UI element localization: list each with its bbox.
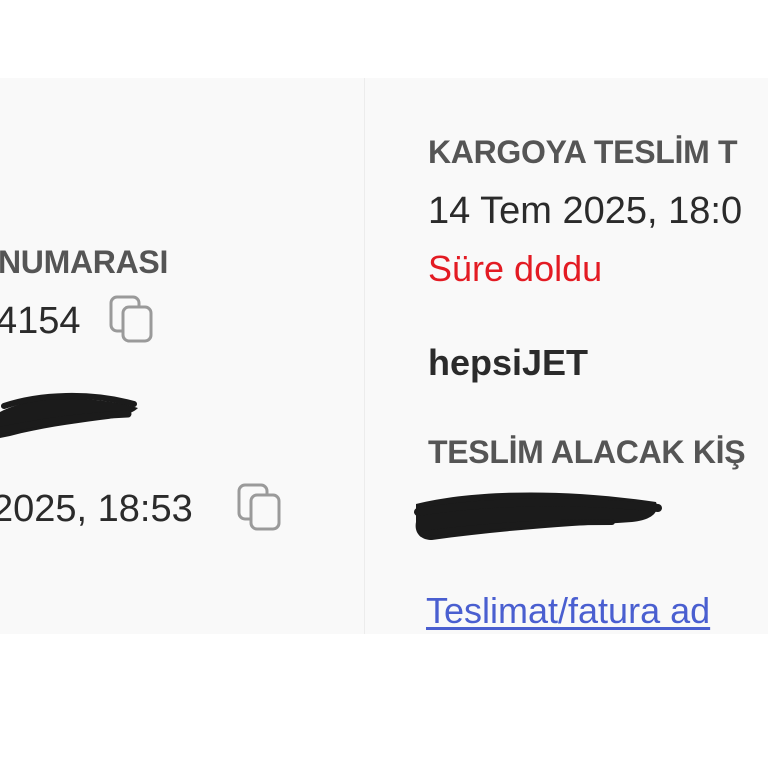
- redacted-recipient-name: [414, 492, 662, 540]
- copy-icon: [109, 295, 153, 343]
- order-details-card: NUMARASI 4154 2025, 18:53 KARGOYA TESLİM…: [0, 78, 768, 634]
- copy-order-number-button[interactable]: [108, 294, 156, 346]
- cargo-delivery-date: 14 Tem 2025, 18:0: [428, 190, 743, 232]
- column-divider: [364, 78, 365, 634]
- recipient-label: TESLİM ALACAK KİŞ: [428, 434, 746, 470]
- delivery-invoice-address-link[interactable]: Teslimat/fatura ad: [426, 590, 710, 632]
- order-date-value: 2025, 18:53: [0, 488, 193, 530]
- cargo-delivery-label: KARGOYA TESLİM T: [428, 134, 738, 170]
- status-expired: Süre doldu: [428, 248, 603, 289]
- copy-icon: [237, 483, 281, 531]
- screenshot-stage: NUMARASI 4154 2025, 18:53 KARGOYA TESLİM…: [0, 0, 768, 768]
- copy-order-date-button[interactable]: [236, 482, 284, 534]
- order-number-label: NUMARASI: [0, 244, 169, 280]
- carrier-name: hepsiJET: [428, 342, 589, 383]
- redacted-customer-name: [0, 393, 138, 438]
- order-number-value: 4154: [0, 300, 81, 342]
